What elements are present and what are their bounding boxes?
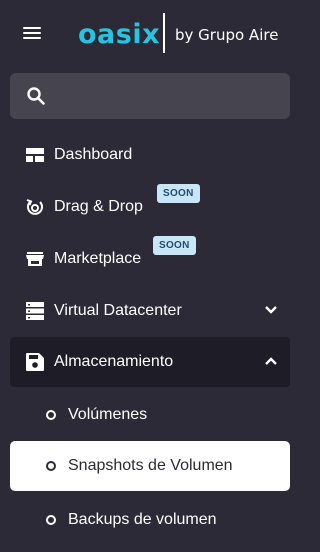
- sub-item-backups-de-volumen[interactable]: Backups de volumen: [10, 495, 290, 545]
- search-box[interactable]: [10, 73, 290, 119]
- sub-item-label: Volúmenes: [68, 406, 148, 423]
- nav-item-label: Marketplace: [54, 250, 142, 267]
- nav-item-label: Virtual Datacenter: [54, 302, 182, 319]
- circle-icon: [46, 410, 56, 420]
- server-icon: [26, 302, 44, 320]
- nav-item-label: Dashboard: [54, 146, 133, 163]
- chevron-up-icon: [265, 357, 277, 365]
- store-icon: [26, 252, 44, 266]
- nav-item-virtual-datacenter[interactable]: Virtual Datacenter: [10, 286, 290, 336]
- soon-badge: SOON: [157, 184, 200, 203]
- nav-item-label: Drag & Drop: [54, 198, 143, 215]
- sub-item-snapshots-de-volumen[interactable]: Snapshots de Volumen: [10, 441, 290, 491]
- sub-item-label: Snapshots de Volumen: [68, 457, 233, 474]
- circle-icon: [46, 515, 56, 525]
- chevron-down-icon: [265, 306, 277, 314]
- sub-item-volumenes[interactable]: Volúmenes: [10, 390, 290, 440]
- save-icon: [26, 353, 44, 371]
- drag-drop-icon: [26, 199, 43, 215]
- brand-logo: oasix: [78, 19, 161, 50]
- nav-item-drag-drop[interactable]: Drag & Drop SOON: [10, 182, 290, 232]
- search-icon: [27, 87, 45, 105]
- nav-item-almacenamiento[interactable]: Almacenamiento: [10, 337, 290, 387]
- nav-item-dashboard[interactable]: Dashboard: [10, 130, 290, 180]
- logo-divider: [163, 13, 165, 53]
- nav-item-marketplace[interactable]: Marketplace SOON: [10, 234, 290, 284]
- sub-item-label: Backups de volumen: [68, 511, 217, 528]
- menu-icon[interactable]: [21, 24, 43, 42]
- soon-badge: SOON: [153, 236, 196, 255]
- search-input[interactable]: [54, 81, 280, 111]
- nav-item-label: Almacenamiento: [54, 353, 174, 370]
- dashboard-icon: [26, 148, 44, 162]
- brand-tagline: by Grupo Aire: [175, 26, 279, 44]
- app-header: oasix by Grupo Aire: [0, 0, 301, 68]
- circle-icon: [46, 461, 56, 471]
